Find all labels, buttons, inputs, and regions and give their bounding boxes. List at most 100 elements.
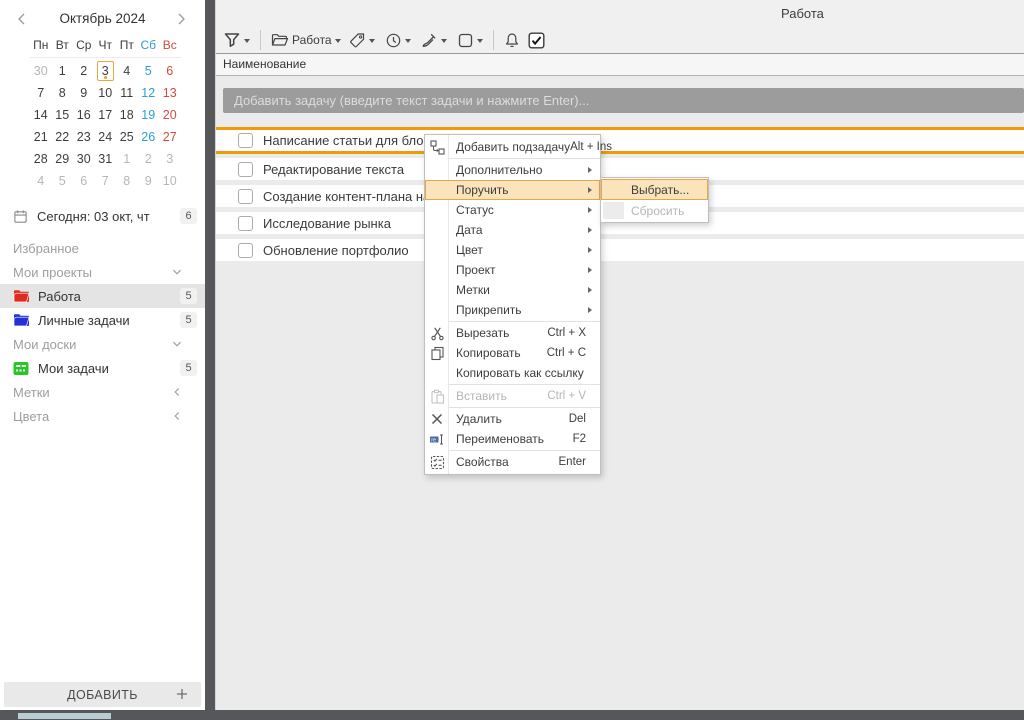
context-menu-item[interactable]: Добавить подзадачу Alt + Ins: [425, 137, 600, 157]
calendar-day[interactable]: 15: [55, 108, 69, 122]
calendar-day[interactable]: 9: [145, 174, 152, 188]
calendar-day[interactable]: 4: [123, 64, 130, 78]
submenu-item[interactable]: Выбрать...: [601, 179, 708, 200]
context-menu-item[interactable]: Удалить Del: [425, 409, 600, 429]
calendar-day[interactable]: 13: [163, 86, 177, 100]
calendar-day[interactable]: 27: [163, 130, 177, 144]
task-checkbox[interactable]: [238, 189, 253, 204]
calendar-day[interactable]: 23: [77, 130, 91, 144]
task-row[interactable]: Обновление портфолио: [216, 239, 1024, 261]
calendar-day[interactable]: 12: [141, 86, 155, 100]
calendar-day[interactable]: 8: [123, 174, 130, 188]
context-menu-item[interactable]: Цвет: [425, 240, 600, 260]
context-menu-item[interactable]: Поручить: [425, 180, 600, 200]
sidebar-item[interactable]: Мои проекты: [0, 260, 205, 284]
column-header-name[interactable]: Наименование: [216, 53, 1024, 76]
context-menu-item[interactable]: Копировать как ссылку: [425, 363, 600, 383]
calendar-day[interactable]: 22: [55, 130, 69, 144]
calendar-day[interactable]: 5: [59, 174, 66, 188]
calendar-day[interactable]: 25: [120, 130, 134, 144]
calendar-day[interactable]: 6: [80, 174, 87, 188]
task-row[interactable]: Написание статьи для блога: [216, 127, 1024, 154]
calendar-day[interactable]: 7: [37, 86, 44, 100]
sidebar-item[interactable]: Работа 5: [0, 284, 205, 308]
sidebar-item[interactable]: Личные задачи 5: [0, 308, 205, 332]
calendar-day[interactable]: 6: [166, 64, 173, 78]
calendar-day[interactable]: 16: [77, 108, 91, 122]
sidebar-item[interactable]: Мои доски: [0, 332, 205, 356]
calendar-day[interactable]: 5: [145, 64, 152, 78]
context-menu-item[interactable]: Проект: [425, 260, 600, 280]
project-filter-button[interactable]: Работа: [271, 32, 341, 48]
calendar-day[interactable]: 1: [123, 152, 130, 166]
toolbar-button[interactable]: [349, 32, 375, 49]
toolbar-button[interactable]: [421, 32, 447, 49]
calendar-day[interactable]: 17: [98, 108, 112, 122]
bell-icon: [504, 32, 520, 49]
sidebar-item-today[interactable]: Сегодня: 03 окт, чт 6: [0, 204, 205, 228]
calendar-day[interactable]: 3: [166, 152, 173, 166]
add-task-input[interactable]: [223, 88, 1024, 113]
toolbar-button[interactable]: [457, 32, 483, 49]
toolbar-button[interactable]: [385, 32, 411, 49]
calendar-day[interactable]: 10: [98, 86, 112, 100]
task-checkbox[interactable]: [238, 216, 253, 231]
calendar-day[interactable]: 24: [98, 130, 112, 144]
calendar-day[interactable]: 4: [37, 174, 44, 188]
context-menu-item[interactable]: Вырезать Ctrl + X: [425, 323, 600, 343]
calendar-day[interactable]: 14: [34, 108, 48, 122]
chevron-right-icon[interactable]: [173, 11, 189, 27]
calendar-icon: [13, 209, 28, 224]
menu-separator: [449, 407, 600, 408]
calendar-day[interactable]: 20: [163, 108, 177, 122]
context-menu-item[interactable]: Дата: [425, 220, 600, 240]
task-checkbox[interactable]: [238, 243, 253, 258]
submenu-arrow-icon: [588, 187, 592, 193]
add-project-button[interactable]: ДОБАВИТЬ: [4, 682, 201, 707]
calendar-day[interactable]: 26: [141, 130, 155, 144]
notifications-button[interactable]: [504, 32, 520, 49]
task-checkbox[interactable]: [238, 162, 253, 177]
folder-icon: [13, 313, 30, 328]
dropdown-caret-icon: [477, 39, 483, 43]
submenu-arrow-icon: [588, 287, 592, 293]
context-menu-item[interactable]: Дополнительно: [425, 160, 600, 180]
context-menu-item[interactable]: re Переименовать F2: [425, 429, 600, 449]
calendar-day[interactable]: 30: [77, 152, 91, 166]
calendar-day[interactable]: 2: [80, 64, 87, 78]
calendar-day[interactable]: 31: [98, 152, 112, 166]
calendar-day[interactable]: 18: [120, 108, 134, 122]
chevron-left-icon[interactable]: [14, 11, 30, 27]
show-completed-checkbox[interactable]: [528, 32, 545, 49]
sidebar-splitter[interactable]: [205, 0, 215, 710]
chevron-left-icon: [171, 386, 183, 398]
calendar-day[interactable]: 1: [59, 64, 66, 78]
calendar-day[interactable]: 21: [34, 130, 48, 144]
calendar-day[interactable]: 2: [145, 152, 152, 166]
context-menu-item[interactable]: Статус: [425, 200, 600, 220]
context-menu-item[interactable]: Копировать Ctrl + C: [425, 343, 600, 363]
shortcut-label: Ctrl + V: [547, 390, 586, 402]
calendar-day[interactable]: 7: [102, 174, 109, 188]
context-menu-item[interactable]: Прикрепить: [425, 300, 600, 320]
filter-button[interactable]: [223, 31, 250, 49]
context-menu-item[interactable]: Метки: [425, 280, 600, 300]
sidebar-item[interactable]: Избранное: [0, 236, 205, 260]
context-menu-item[interactable]: Свойства Enter: [425, 452, 600, 472]
calendar-day[interactable]: 29: [55, 152, 69, 166]
calendar-day[interactable]: 28: [34, 152, 48, 166]
calendar-day[interactable]: 11: [120, 86, 133, 100]
dropdown-caret-icon: [244, 39, 250, 43]
calendar-day[interactable]: 10: [163, 174, 177, 188]
svg-text:re: re: [431, 437, 436, 443]
sidebar-item[interactable]: Мои задачи 5: [0, 356, 205, 380]
calendar-day[interactable]: 19: [141, 108, 155, 122]
sidebar-item[interactable]: Метки: [0, 380, 205, 404]
sidebar-item[interactable]: Цвета: [0, 404, 205, 428]
calendar-day[interactable]: 9: [80, 86, 87, 100]
toolbar-separator: [260, 30, 261, 50]
calendar-day[interactable]: 30: [34, 64, 48, 78]
calendar-day[interactable]: 3: [97, 61, 114, 81]
calendar-day[interactable]: 8: [59, 86, 66, 100]
task-checkbox[interactable]: [238, 133, 253, 148]
